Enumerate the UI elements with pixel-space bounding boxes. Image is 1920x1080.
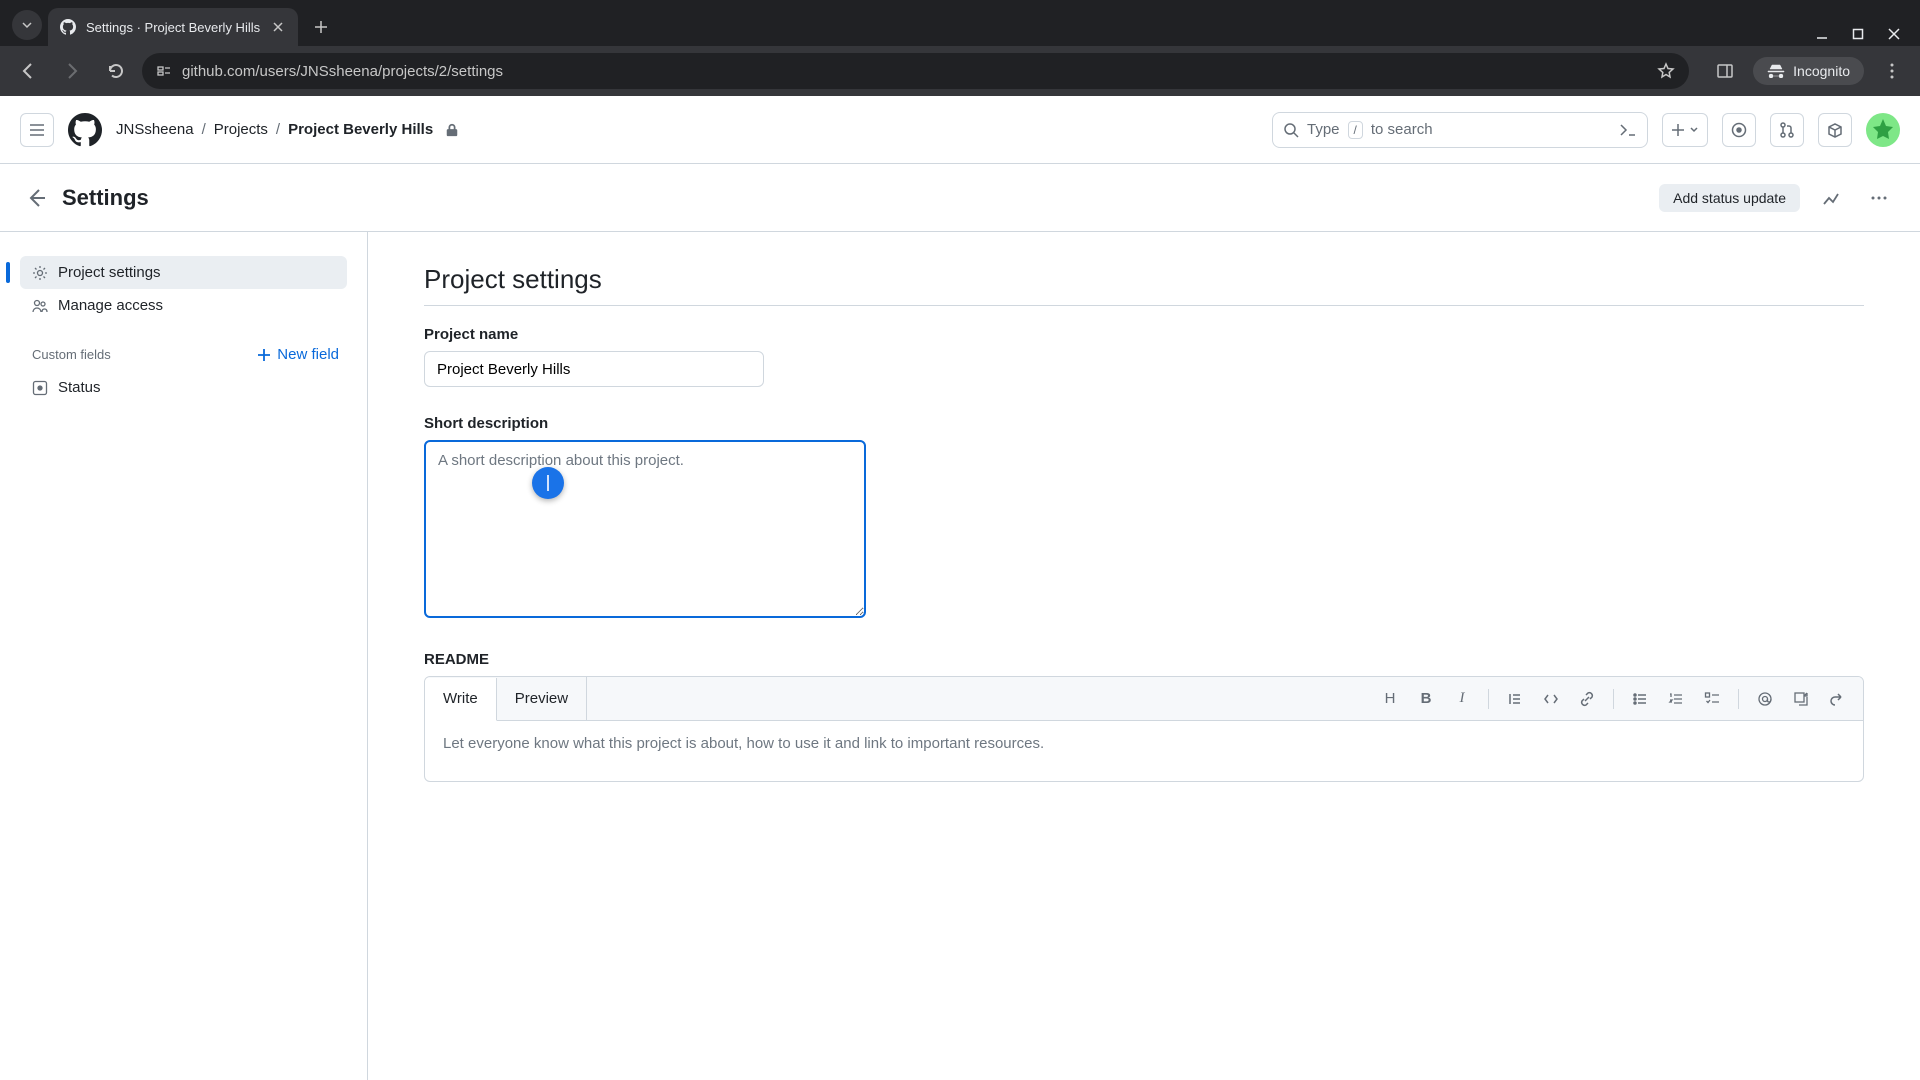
- browser-chrome: Settings · Project Beverly Hills: [0, 0, 1920, 96]
- more-options-icon[interactable]: [1862, 181, 1896, 215]
- quote-button[interactable]: [1499, 683, 1531, 715]
- site-info-icon[interactable]: [156, 63, 172, 79]
- readme-editor: Write Preview H B I: [424, 676, 1864, 782]
- italic-button[interactable]: I: [1446, 683, 1478, 715]
- main-content: Project settings Project name Short desc…: [368, 232, 1920, 1080]
- github-header: JNSsheena / Projects / Project Beverly H…: [0, 96, 1920, 164]
- pull-requests-icon[interactable]: [1770, 113, 1804, 147]
- readme-textarea[interactable]: Let everyone know what this project is a…: [425, 721, 1863, 781]
- incognito-icon: [1767, 64, 1785, 78]
- tab-bar: Settings · Project Beverly Hills: [0, 0, 1920, 46]
- breadcrumb-current: Project Beverly Hills: [288, 121, 433, 138]
- custom-fields-label: Custom fields: [32, 347, 111, 362]
- project-name-group: Project name: [424, 326, 1864, 387]
- chrome-menu-icon[interactable]: [1874, 53, 1910, 89]
- sidebar-label: Manage access: [58, 297, 163, 314]
- page-header: Settings Add status update: [0, 164, 1920, 232]
- tab-preview[interactable]: Preview: [497, 677, 587, 720]
- github-logo-icon[interactable]: [68, 113, 102, 147]
- search-icon: [1283, 122, 1299, 138]
- unordered-list-button[interactable]: [1624, 683, 1656, 715]
- incognito-label: Incognito: [1793, 63, 1850, 79]
- code-button[interactable]: [1535, 683, 1567, 715]
- side-panel-icon[interactable]: [1707, 53, 1743, 89]
- short-desc-group: Short description: [424, 415, 1864, 623]
- main-heading: Project settings: [424, 264, 1864, 306]
- search-key-hint: /: [1348, 121, 1363, 139]
- forward-button[interactable]: [54, 53, 90, 89]
- breadcrumb: JNSsheena / Projects / Project Beverly H…: [116, 121, 459, 138]
- short-desc-label: Short description: [424, 415, 1864, 432]
- mention-button[interactable]: [1749, 683, 1781, 715]
- breadcrumb-projects[interactable]: Projects: [214, 121, 268, 138]
- url-text: github.com/users/JNSsheena/projects/2/se…: [182, 63, 503, 80]
- readme-tabs: Write Preview H B I: [425, 677, 1863, 721]
- readme-group: README Write Preview H B I: [424, 651, 1864, 782]
- chevron-down-icon: [1689, 125, 1699, 135]
- bookmark-star-icon[interactable]: [1657, 62, 1675, 80]
- new-field-label: New field: [277, 346, 339, 363]
- insights-icon[interactable]: [1814, 181, 1848, 215]
- sidebar-item-manage-access[interactable]: Manage access: [20, 289, 347, 322]
- sidebar-label: Project settings: [58, 264, 161, 281]
- sidebar-label: Status: [58, 379, 101, 396]
- window-minimize-icon[interactable]: [1816, 28, 1828, 40]
- new-field-button[interactable]: New field: [257, 346, 339, 363]
- bold-button[interactable]: B: [1410, 683, 1442, 715]
- plus-icon: [257, 348, 271, 362]
- task-list-button[interactable]: [1696, 683, 1728, 715]
- new-tab-button[interactable]: [306, 12, 336, 42]
- sidebar-item-status[interactable]: Status: [20, 371, 347, 404]
- breadcrumb-user[interactable]: JNSsheena: [116, 121, 194, 138]
- search-input[interactable]: Type / to search: [1272, 112, 1648, 148]
- github-favicon-icon: [60, 19, 76, 35]
- short-desc-textarea[interactable]: [424, 440, 866, 618]
- cursor-indicator-icon: [532, 467, 564, 499]
- search-placeholder-prefix: Type: [1307, 121, 1340, 138]
- undo-button[interactable]: [1821, 683, 1853, 715]
- window-controls: [1816, 28, 1920, 46]
- window-maximize-icon[interactable]: [1852, 28, 1864, 40]
- link-button[interactable]: [1571, 683, 1603, 715]
- custom-fields-header: Custom fields New field: [32, 346, 347, 363]
- user-avatar[interactable]: [1866, 113, 1900, 147]
- window-close-icon[interactable]: [1888, 28, 1900, 40]
- back-button[interactable]: [10, 53, 46, 89]
- add-status-update-button[interactable]: Add status update: [1659, 184, 1800, 212]
- incognito-badge[interactable]: Incognito: [1753, 57, 1864, 85]
- create-new-dropdown[interactable]: [1662, 113, 1708, 147]
- hamburger-menu[interactable]: [20, 113, 54, 147]
- command-palette-icon[interactable]: [1619, 123, 1637, 137]
- lock-icon: [445, 123, 459, 137]
- project-name-label: Project name: [424, 326, 1864, 343]
- issues-icon[interactable]: [1722, 113, 1756, 147]
- ordered-list-button[interactable]: [1660, 683, 1692, 715]
- sidebar: Project settings Manage access Custom fi…: [0, 232, 368, 1080]
- tab-search-dropdown[interactable]: [12, 10, 42, 40]
- url-input[interactable]: github.com/users/JNSsheena/projects/2/se…: [142, 53, 1689, 89]
- single-select-icon: [32, 380, 48, 396]
- browser-tab[interactable]: Settings · Project Beverly Hills: [48, 8, 298, 46]
- body: Project settings Manage access Custom fi…: [0, 232, 1920, 1080]
- back-arrow-icon[interactable]: [24, 186, 48, 210]
- heading-button[interactable]: H: [1374, 683, 1406, 715]
- gear-icon: [32, 265, 48, 281]
- notifications-icon[interactable]: [1818, 113, 1852, 147]
- reload-button[interactable]: [98, 53, 134, 89]
- tab-write[interactable]: Write: [425, 678, 497, 721]
- tab-close-icon[interactable]: [270, 19, 286, 35]
- readme-toolbar: H B I: [1374, 683, 1863, 715]
- project-name-input[interactable]: [424, 351, 764, 387]
- readme-label: README: [424, 651, 1864, 668]
- plus-icon: [1671, 123, 1685, 137]
- search-placeholder-suffix: to search: [1371, 121, 1433, 138]
- tab-title: Settings · Project Beverly Hills: [86, 20, 260, 35]
- people-icon: [32, 298, 48, 314]
- address-bar: github.com/users/JNSsheena/projects/2/se…: [0, 46, 1920, 96]
- sidebar-item-project-settings[interactable]: Project settings: [20, 256, 347, 289]
- reference-button[interactable]: [1785, 683, 1817, 715]
- page-title: Settings: [62, 185, 149, 211]
